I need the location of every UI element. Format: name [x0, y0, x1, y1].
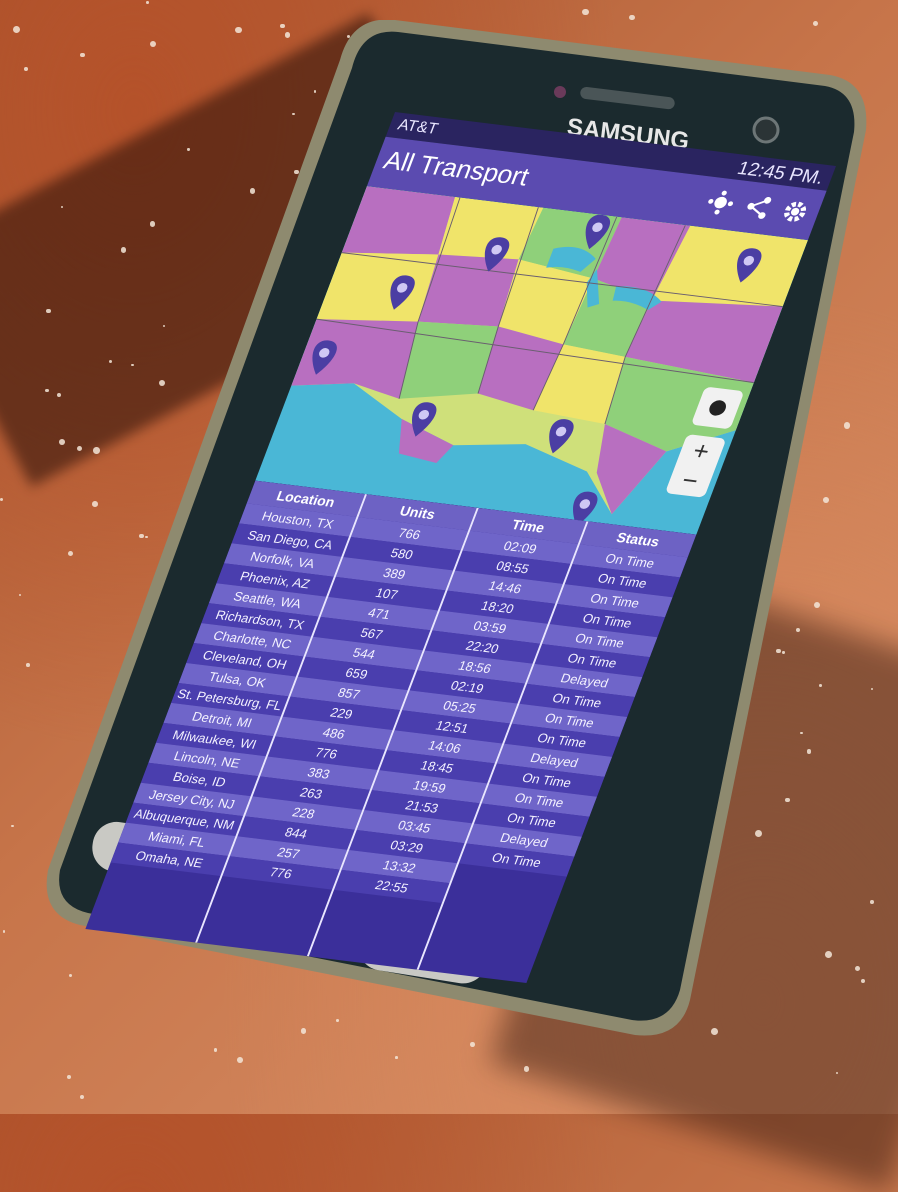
speck — [11, 824, 14, 828]
speck — [2, 929, 6, 933]
carrier-label: AT&T — [395, 116, 441, 138]
speck — [582, 8, 589, 15]
speck — [26, 663, 30, 667]
speck — [214, 1048, 218, 1052]
speck — [24, 66, 29, 71]
map-pin-icon[interactable] — [477, 236, 512, 273]
map-pin-icon[interactable] — [405, 401, 440, 438]
speck — [869, 899, 874, 904]
speck — [67, 1074, 72, 1080]
speck — [870, 688, 873, 691]
speck — [395, 1056, 398, 1059]
speck — [18, 593, 22, 596]
speck — [835, 1071, 839, 1074]
map-pin-icon[interactable] — [383, 274, 418, 311]
map-pin-icon[interactable] — [305, 339, 340, 376]
map-pin-icon[interactable] — [730, 247, 765, 284]
speck — [237, 1056, 244, 1063]
settings-sparkle-icon[interactable] — [703, 189, 738, 217]
speck — [523, 1066, 530, 1072]
speck — [146, 0, 150, 4]
speck — [469, 1042, 475, 1047]
gear-icon[interactable] — [778, 198, 813, 226]
speck — [12, 25, 20, 33]
share-icon[interactable] — [740, 193, 775, 221]
map-pin-icon[interactable] — [542, 418, 577, 455]
speck — [0, 497, 4, 502]
speck — [79, 1094, 84, 1099]
map-pin-icon[interactable] — [578, 214, 613, 251]
app-title: All Transport — [379, 145, 534, 192]
